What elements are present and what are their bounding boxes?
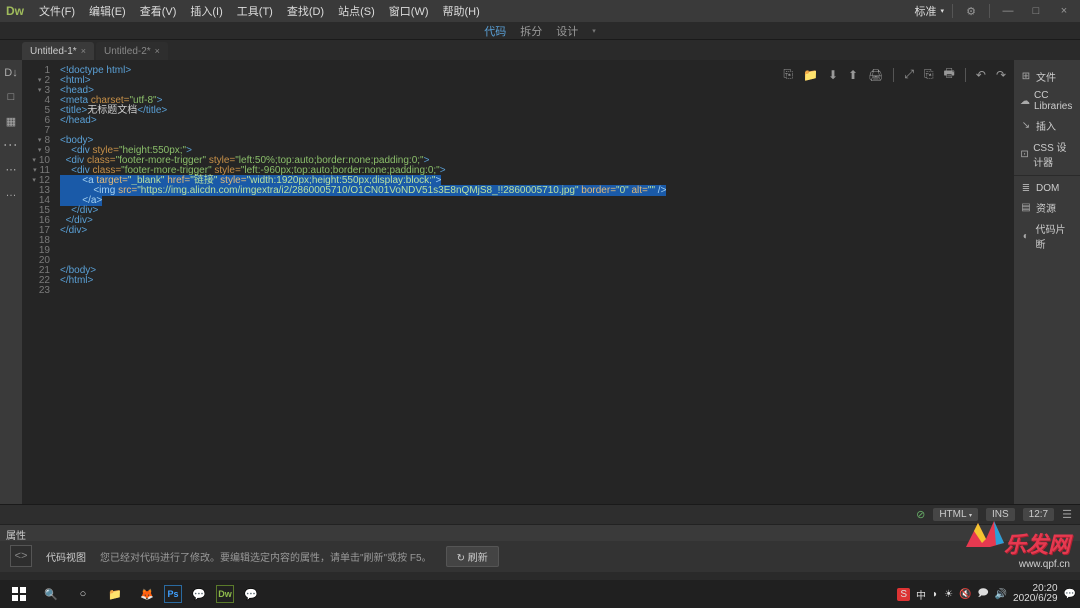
panel-文件[interactable]: ⊞文件 xyxy=(1014,66,1080,87)
menu-file[interactable]: 文件(F) xyxy=(34,1,80,21)
toolbar-redo-icon[interactable]: ↷ xyxy=(996,68,1006,82)
tool-icon-5[interactable]: ⋯ xyxy=(4,162,18,176)
tray-chat-icon[interactable]: 🗩 xyxy=(977,586,988,603)
tool-icon-1[interactable]: D↓ xyxy=(4,66,18,80)
toolbar-preview-icon[interactable]: 🖶 xyxy=(944,64,955,85)
taskbar-clock[interactable]: 20:20 2020/6/29 xyxy=(1013,584,1058,604)
tray-brightness-icon[interactable]: ☀ xyxy=(944,589,953,600)
firefox-icon[interactable]: 🦊 xyxy=(132,580,162,608)
error-indicator-icon[interactable]: ⊘ xyxy=(916,508,925,521)
title-bar: Dw 文件(F) 编辑(E) 查看(V) 插入(I) 工具(T) 查找(D) 站… xyxy=(0,0,1080,22)
toolbar-print-icon[interactable]: 🖨 xyxy=(868,68,883,82)
menu-window[interactable]: 窗口(W) xyxy=(384,1,434,21)
view-code[interactable]: 代码 xyxy=(484,23,506,39)
cursor-position: 12:7 xyxy=(1023,508,1054,521)
properties-panel: 属性 <> 代码视图 您已经对代码进行了修改。要编辑选定内容的属性，请单击"刷新… xyxy=(0,524,1080,572)
tray-ime-icon[interactable]: 中 xyxy=(916,587,926,602)
view-switcher: 代码 拆分 设计 ▾ xyxy=(0,22,1080,40)
panel-插入[interactable]: ↘插入 xyxy=(1014,115,1080,136)
props-label: 代码视图 xyxy=(46,549,86,564)
code-view-icon: <> xyxy=(10,545,32,567)
toolbar-upload-icon[interactable]: ⬆ xyxy=(848,68,858,82)
view-split[interactable]: 拆分 xyxy=(520,23,542,39)
window-minimize-icon[interactable]: — xyxy=(998,3,1018,19)
panel-menu-icon[interactable]: ☰ xyxy=(1062,508,1072,521)
tool-icon-2[interactable]: □ xyxy=(4,90,18,104)
toolbar-copy-icon[interactable]: ⎘ xyxy=(924,67,934,82)
photoshop-icon[interactable]: Ps xyxy=(164,585,182,603)
line-gutter: 1▾2▾34567▾8▾9▾10▾11▾12131415161718192021… xyxy=(22,60,56,504)
toolbar-file-icon[interactable]: ⎘ xyxy=(783,67,793,82)
right-panel: ⊞文件☁CC Libraries↘插入⊡CSS 设计器 ≣DOM▤资源◐代码片断 xyxy=(1014,60,1080,504)
workspace-switcher[interactable]: 标准 ▾ xyxy=(914,3,944,19)
notification-icon[interactable]: 💬 xyxy=(1064,589,1076,600)
dreamweaver-icon[interactable]: Dw xyxy=(216,585,234,603)
panel-代码片断[interactable]: ◐代码片断 xyxy=(1014,218,1080,254)
title-right: 标准 ▾ ⚙ — □ × xyxy=(914,3,1074,19)
language-mode[interactable]: HTML ▾ xyxy=(933,508,978,521)
window-maximize-icon[interactable]: □ xyxy=(1026,3,1046,19)
app-logo: Dw xyxy=(6,4,24,18)
panel-CC Libraries[interactable]: ☁CC Libraries xyxy=(1014,87,1080,115)
menu-view[interactable]: 查看(V) xyxy=(135,1,182,21)
toolbar-download-icon[interactable]: ⬇ xyxy=(828,68,838,82)
tab-untitled-2[interactable]: Untitled-2*× xyxy=(96,42,168,60)
left-toolbar: D↓ □ ▦ ⋮ ⋯ … xyxy=(0,60,22,504)
view-design[interactable]: 设计 xyxy=(556,23,578,39)
properties-title: 属性 xyxy=(0,525,1080,541)
close-icon[interactable]: × xyxy=(155,46,160,56)
tool-icon-4[interactable]: ⋮ xyxy=(4,138,18,152)
close-icon[interactable]: × xyxy=(81,46,86,56)
tool-icon-6[interactable]: … xyxy=(4,186,18,200)
code-editor[interactable]: ⎘ 📁 ⬇ ⬆ 🖨 ⤢ ⎘ 🖶 ↶ ↷ 1▾2▾34567▾8▾9▾10▾11▾… xyxy=(22,60,1014,504)
panel-CSS 设计器[interactable]: ⊡CSS 设计器 xyxy=(1014,136,1080,172)
props-desc: 您已经对代码进行了修改。要编辑选定内容的属性，请单击"刷新"或按 F5。 xyxy=(100,549,432,564)
wechat-icon[interactable]: 💬 xyxy=(236,580,266,608)
tray-mute-icon[interactable]: 🔇 xyxy=(959,589,971,600)
panel-DOM[interactable]: ≣DOM xyxy=(1014,179,1080,197)
settings-icon[interactable]: ⚙ xyxy=(961,3,981,19)
menu-help[interactable]: 帮助(H) xyxy=(438,1,485,21)
explorer-icon[interactable]: 📁 xyxy=(100,580,130,608)
toolbar-expand-icon[interactable]: ⤢ xyxy=(904,67,914,82)
tool-icon-3[interactable]: ▦ xyxy=(4,114,18,128)
document-tabs: Untitled-1*× Untitled-2*× xyxy=(0,40,1080,60)
tray-input-icon[interactable]: S xyxy=(897,588,910,601)
panel-资源[interactable]: ▤资源 xyxy=(1014,197,1080,218)
menu-site[interactable]: 站点(S) xyxy=(333,1,380,21)
menu-bar: Dw 文件(F) 编辑(E) 查看(V) 插入(I) 工具(T) 查找(D) 站… xyxy=(6,1,485,21)
menu-tools[interactable]: 工具(T) xyxy=(232,1,278,21)
tray-moon-icon[interactable]: ◗ xyxy=(932,589,938,600)
toolbar-undo-icon[interactable]: ↶ xyxy=(976,68,986,82)
insert-mode[interactable]: INS xyxy=(986,508,1015,521)
start-button[interactable] xyxy=(4,580,34,608)
windows-taskbar: 🔍 ○ 📁 🦊 Ps 💬 Dw 💬 S 中 ◗ ☀ 🔇 🗩 🔊 20:20 20… xyxy=(0,580,1080,608)
editor-toolbar: ⎘ 📁 ⬇ ⬆ 🖨 ⤢ ⎘ 🖶 ↶ ↷ xyxy=(783,64,1006,85)
menu-find[interactable]: 查找(D) xyxy=(282,1,329,21)
tab-untitled-1[interactable]: Untitled-1*× xyxy=(22,42,94,60)
chat-icon[interactable]: 💬 xyxy=(184,580,214,608)
refresh-button[interactable]: ↻ 刷新 xyxy=(446,546,499,567)
code-content[interactable]: <!doctype html><html><head><meta charset… xyxy=(56,60,1014,504)
menu-insert[interactable]: 插入(I) xyxy=(185,1,227,21)
menu-edit[interactable]: 编辑(E) xyxy=(84,1,131,21)
window-close-icon[interactable]: × xyxy=(1054,3,1074,19)
cortana-icon[interactable]: ○ xyxy=(68,580,98,608)
toolbar-open-icon[interactable]: 📁 xyxy=(803,68,818,82)
search-icon[interactable]: 🔍 xyxy=(36,580,66,608)
main-area: D↓ □ ▦ ⋮ ⋯ … ⎘ 📁 ⬇ ⬆ 🖨 ⤢ ⎘ 🖶 ↶ ↷ 1▾2▾345… xyxy=(0,60,1080,504)
tray-volume-icon[interactable]: 🔊 xyxy=(995,589,1007,600)
status-bar: ⊘ HTML ▾ INS 12:7 ☰ xyxy=(0,504,1080,524)
